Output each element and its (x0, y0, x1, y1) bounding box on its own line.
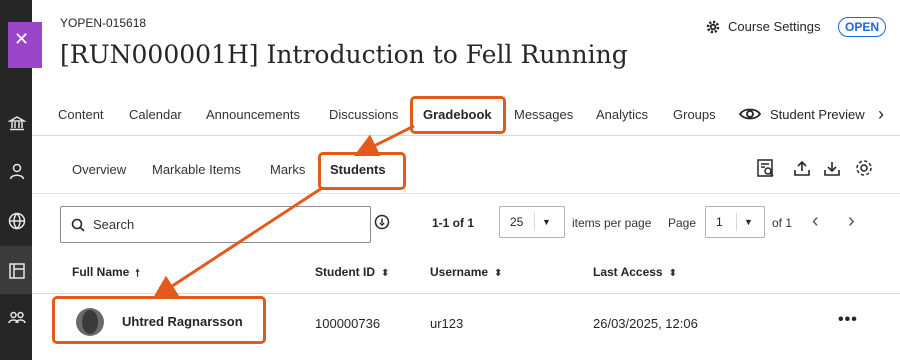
subtab-markable-items[interactable]: Markable Items (152, 162, 241, 177)
subtab-overview[interactable]: Overview (72, 162, 126, 177)
close-course-button[interactable]: ✕ (8, 22, 42, 68)
highlight-student-row (52, 296, 266, 344)
column-username[interactable]: Username ⬍ (430, 265, 502, 279)
page-value: 1 (716, 215, 723, 229)
tab-discussions[interactable]: Discussions (329, 107, 398, 122)
column-label: Student ID (315, 265, 375, 279)
sort-icon: ⬍ (668, 268, 677, 279)
info-icon[interactable] (374, 214, 390, 230)
institution-icon[interactable] (8, 114, 26, 132)
results-count: 1-1 of 1 (432, 216, 475, 230)
page-select[interactable]: 1 ▼ (705, 206, 765, 238)
chevron-down-icon: ▼ (736, 213, 760, 231)
courses-icon[interactable] (8, 262, 26, 280)
upload-icon[interactable] (792, 158, 812, 178)
search-icon (71, 218, 85, 232)
page-title: [RUN000001H] Introduction to Fell Runnin… (60, 40, 628, 69)
next-page-icon[interactable]: › (848, 210, 855, 233)
student-preview-button[interactable]: Student Preview (738, 106, 865, 122)
chevron-down-icon: ▼ (534, 213, 558, 231)
column-last-access[interactable]: Last Access ⬍ (593, 265, 677, 279)
page-label: Page (668, 216, 697, 230)
student-preview-label: Student Preview (770, 106, 865, 122)
groups-icon[interactable] (8, 310, 26, 328)
course-settings-button[interactable]: Course Settings (706, 19, 821, 34)
globe-icon[interactable] (8, 212, 26, 230)
search-list-icon[interactable] (756, 158, 776, 178)
column-student-id[interactable]: Student ID ⬍ (315, 265, 389, 279)
column-full-name[interactable]: Full Name 🠕 (72, 265, 140, 283)
highlight-students (318, 152, 406, 190)
username-cell: ur123 (430, 316, 464, 331)
row-actions-icon[interactable]: ••• (838, 311, 858, 329)
column-label: Full Name (72, 265, 130, 279)
close-icon: ✕ (14, 29, 30, 49)
search-placeholder: Search (93, 217, 135, 232)
settings-gear-icon[interactable] (854, 158, 874, 178)
course-settings-label: Course Settings (728, 19, 821, 34)
items-per-page-label: items per page (572, 216, 652, 230)
tabs-scroll-right-icon[interactable]: › (878, 104, 884, 125)
prev-page-icon[interactable]: ‹ (812, 210, 819, 233)
highlight-gradebook (410, 96, 506, 134)
column-label: Last Access (593, 265, 663, 279)
tab-messages[interactable]: Messages (514, 107, 573, 122)
gear-icon (706, 20, 720, 33)
tab-calendar[interactable]: Calendar (129, 107, 182, 122)
tab-analytics[interactable]: Analytics (596, 107, 648, 122)
sort-icon: ⬍ (381, 268, 390, 279)
status-badge[interactable]: OPEN (838, 17, 887, 37)
tab-groups[interactable]: Groups (673, 107, 716, 122)
subtab-marks[interactable]: Marks (270, 162, 305, 177)
items-per-page-select[interactable]: 25 ▼ (499, 206, 565, 238)
tab-announcements[interactable]: Announcements (206, 107, 300, 122)
page-total: of 1 (772, 216, 793, 230)
profile-icon[interactable] (8, 162, 26, 180)
search-input[interactable]: Search (60, 206, 371, 243)
tab-content[interactable]: Content (58, 107, 104, 122)
course-id: YOPEN-015618 (60, 16, 147, 30)
sort-icon: ⬍ (494, 268, 503, 279)
last-access-cell: 26/03/2025, 12:06 (593, 316, 698, 331)
eye-refresh-icon (738, 108, 762, 120)
student-id-cell: 100000736 (315, 316, 381, 331)
column-label: Username (430, 265, 489, 279)
download-icon[interactable] (822, 158, 842, 178)
items-per-page-value: 25 (510, 215, 524, 229)
sort-ascending-icon: 🠕 (135, 268, 140, 279)
